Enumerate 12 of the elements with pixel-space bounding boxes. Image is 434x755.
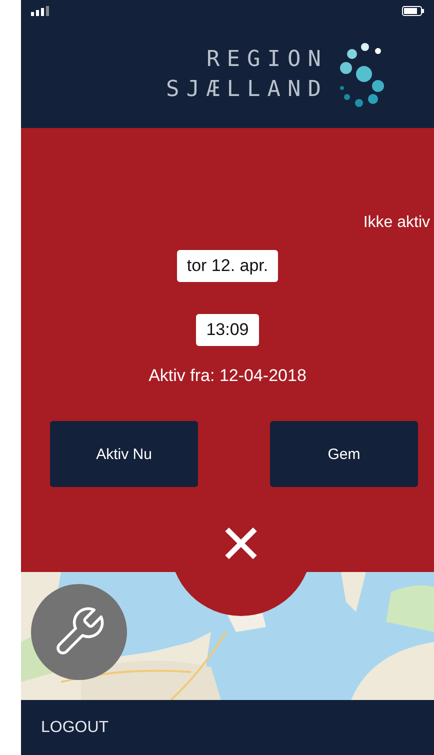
active-from-text: Aktiv fra: 12-04-2018 — [148, 366, 306, 386]
dots-logo-icon — [338, 42, 386, 108]
time-field[interactable]: 13:09 — [196, 314, 259, 346]
date-field[interactable]: tor 12. apr. — [176, 250, 278, 282]
battery-icon — [402, 6, 424, 16]
logo-text: REGION — [206, 46, 328, 74]
status-label: Ikke aktiv — [363, 214, 430, 232]
logo-text: SJÆLLAND — [166, 76, 328, 104]
activate-now-button[interactable]: Aktiv Nu — [50, 421, 198, 487]
logout-link[interactable]: LOGOUT — [41, 718, 109, 736]
save-button[interactable]: Gem — [270, 421, 418, 487]
signal-icon — [31, 6, 49, 16]
